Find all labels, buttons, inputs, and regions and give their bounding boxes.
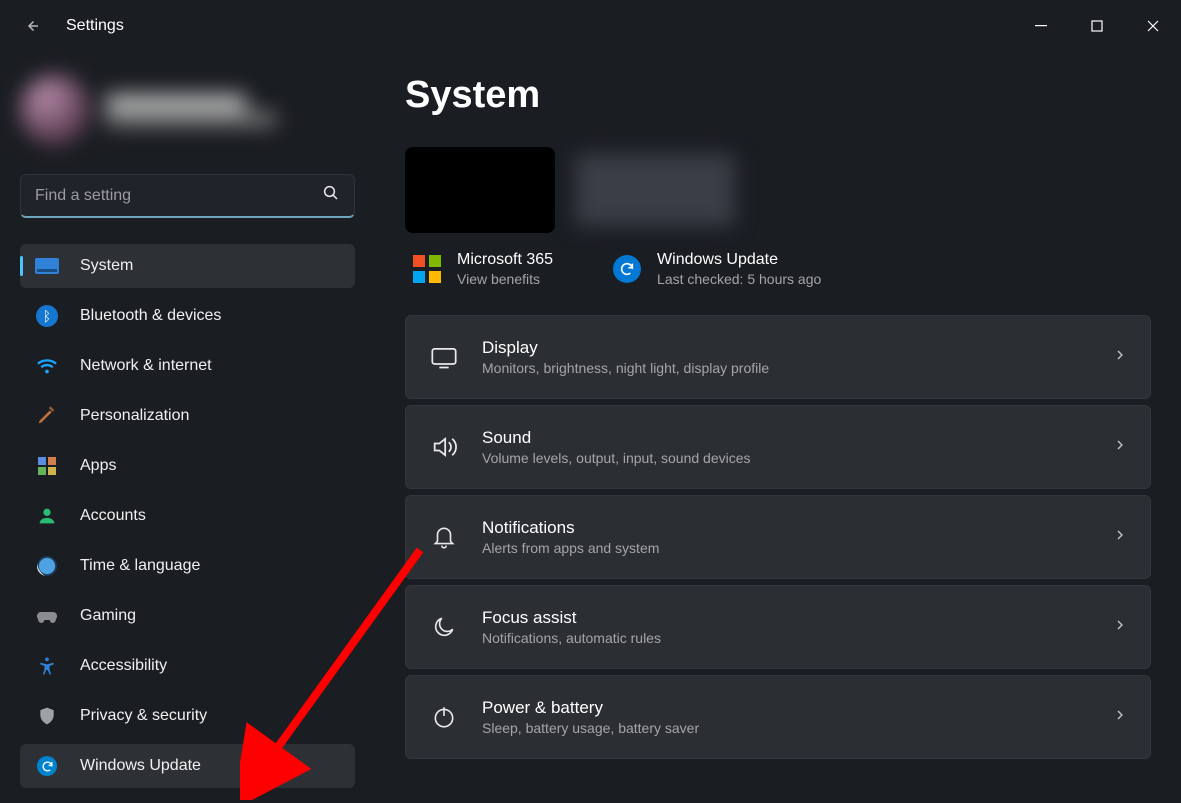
pc-thumbnail: [405, 147, 555, 233]
user-profile[interactable]: [20, 60, 300, 160]
card-title: Focus assist: [482, 608, 1112, 628]
search-input[interactable]: [35, 187, 322, 205]
nav-item-privacy[interactable]: Privacy & security: [20, 694, 355, 738]
paintbrush-icon: [34, 403, 60, 429]
profile-name: [106, 95, 246, 111]
nav-label: Gaming: [80, 607, 136, 625]
microsoft-365-icon: [413, 255, 441, 283]
moon-icon: [428, 611, 460, 643]
nav-item-bluetooth[interactable]: ᛒ Bluetooth & devices: [20, 294, 355, 338]
main-panel: System Microsoft 365 View benefits: [365, 52, 1181, 803]
nav-item-personalization[interactable]: Personalization: [20, 394, 355, 438]
avatar: [20, 75, 90, 145]
nav-item-time-language[interactable]: Time & language: [20, 544, 355, 588]
quick-sub: Last checked: 5 hours ago: [657, 271, 821, 287]
chevron-right-icon: [1112, 347, 1128, 368]
device-info[interactable]: [405, 147, 1153, 233]
quick-title: Microsoft 365: [457, 251, 553, 269]
card-title: Notifications: [482, 518, 1112, 538]
bluetooth-icon: ᛒ: [34, 303, 60, 329]
shield-icon: [34, 703, 60, 729]
nav-label: Apps: [80, 457, 116, 475]
display-icon: [428, 341, 460, 373]
card-sub: Alerts from apps and system: [482, 540, 1112, 556]
nav-label: Network & internet: [80, 357, 212, 375]
power-icon: [428, 701, 460, 733]
maximize-button[interactable]: [1069, 6, 1125, 46]
system-icon: [34, 253, 60, 279]
page-title: System: [405, 74, 1153, 117]
app-title: Settings: [66, 17, 124, 35]
card-title: Sound: [482, 428, 1112, 448]
windows-update-icon: [34, 753, 60, 779]
apps-icon: [34, 453, 60, 479]
nav-item-gaming[interactable]: Gaming: [20, 594, 355, 638]
nav-label: Privacy & security: [80, 707, 207, 725]
back-button[interactable]: [20, 14, 44, 38]
nav-item-network[interactable]: Network & internet: [20, 344, 355, 388]
bell-icon: [428, 521, 460, 553]
quick-windows-update[interactable]: Windows Update Last checked: 5 hours ago: [613, 251, 821, 287]
wifi-icon: [34, 353, 60, 379]
sound-icon: [428, 431, 460, 463]
minimize-button[interactable]: [1013, 6, 1069, 46]
chevron-right-icon: [1112, 437, 1128, 458]
card-sound[interactable]: Sound Volume levels, output, input, soun…: [405, 405, 1151, 489]
quick-microsoft-365[interactable]: Microsoft 365 View benefits: [413, 251, 553, 287]
quick-title: Windows Update: [657, 251, 821, 269]
pc-name-redacted: [575, 154, 735, 226]
profile-email: [106, 113, 276, 125]
card-sub: Monitors, brightness, night light, displ…: [482, 360, 1112, 376]
card-focus-assist[interactable]: Focus assist Notifications, automatic ru…: [405, 585, 1151, 669]
nav-label: System: [80, 257, 133, 275]
globe-clock-icon: [34, 553, 60, 579]
titlebar: Settings: [0, 0, 1181, 52]
nav-item-windows-update[interactable]: Windows Update: [20, 744, 355, 788]
card-display[interactable]: Display Monitors, brightness, night ligh…: [405, 315, 1151, 399]
chevron-right-icon: [1112, 617, 1128, 638]
card-power-battery[interactable]: Power & battery Sleep, battery usage, ba…: [405, 675, 1151, 759]
nav-label: Accounts: [80, 507, 146, 525]
accessibility-icon: [34, 653, 60, 679]
chevron-right-icon: [1112, 707, 1128, 728]
card-sub: Notifications, automatic rules: [482, 630, 1112, 646]
person-icon: [34, 503, 60, 529]
search-box[interactable]: [20, 174, 355, 218]
card-title: Display: [482, 338, 1112, 358]
nav-item-system[interactable]: System: [20, 244, 355, 288]
close-button[interactable]: [1125, 6, 1181, 46]
gamepad-icon: [34, 603, 60, 629]
nav-label: Bluetooth & devices: [80, 307, 221, 325]
chevron-right-icon: [1112, 527, 1128, 548]
card-sub: Volume levels, output, input, sound devi…: [482, 450, 1112, 466]
nav-list: System ᛒ Bluetooth & devices Network & i…: [20, 244, 365, 788]
nav-label: Windows Update: [80, 757, 201, 775]
nav-label: Accessibility: [80, 657, 167, 675]
search-icon: [322, 184, 340, 207]
sidebar: System ᛒ Bluetooth & devices Network & i…: [20, 52, 365, 803]
nav-item-accessibility[interactable]: Accessibility: [20, 644, 355, 688]
nav-item-apps[interactable]: Apps: [20, 444, 355, 488]
nav-item-accounts[interactable]: Accounts: [20, 494, 355, 538]
card-title: Power & battery: [482, 698, 1112, 718]
windows-update-icon: [613, 255, 641, 283]
card-notifications[interactable]: Notifications Alerts from apps and syste…: [405, 495, 1151, 579]
nav-label: Personalization: [80, 407, 189, 425]
quick-sub: View benefits: [457, 271, 553, 287]
card-sub: Sleep, battery usage, battery saver: [482, 720, 1112, 736]
nav-label: Time & language: [80, 557, 200, 575]
